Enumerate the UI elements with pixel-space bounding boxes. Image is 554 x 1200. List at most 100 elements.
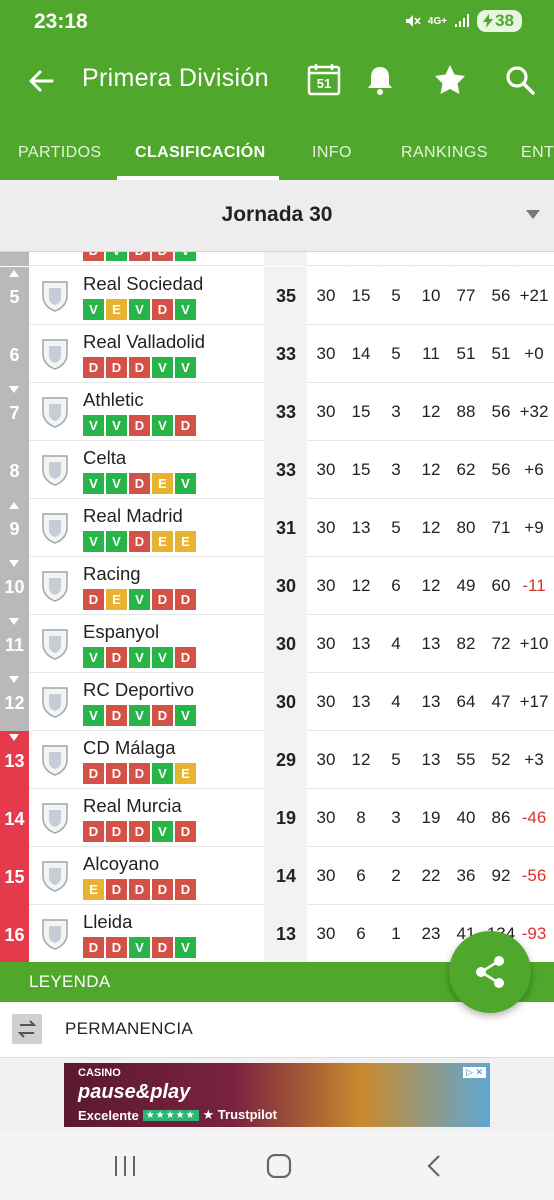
- form-badge: D: [129, 357, 150, 378]
- form-badge: V: [83, 705, 104, 726]
- stat-gf: 40: [456, 808, 476, 827]
- position-number: 11: [4, 635, 25, 655]
- form-badge: V: [83, 531, 104, 552]
- round-selector[interactable]: Jornada 30: [0, 180, 554, 252]
- team-crest-icon: [42, 919, 68, 950]
- team-name[interactable]: Real Madrid: [83, 505, 183, 527]
- team-name[interactable]: Espanyol: [83, 621, 159, 643]
- position-bar: [0, 252, 29, 266]
- form-badges: VDVDV: [83, 705, 196, 726]
- tab-entrenadores[interactable]: ENT: [521, 144, 554, 162]
- table-row[interactable]: 14 Real Murcia D D D V D 19 30 8 3 19 40 86 -46: [0, 789, 554, 847]
- position-bar: 13: [0, 731, 29, 789]
- caret-down-icon[interactable]: [526, 210, 540, 219]
- position-number: 5: [9, 287, 20, 307]
- form-badge: E: [152, 531, 173, 552]
- table-row[interactable]: 5 Real Sociedad V E V D V 35 30 15 5 10 77 56 +21: [0, 267, 554, 325]
- tab-clasificacion[interactable]: CLASIFICACIÓN: [135, 144, 266, 162]
- team-name[interactable]: Alcoyano: [83, 853, 159, 875]
- ad-banner[interactable]: CASINO pause&play Excelente ★★★★★ ★ Trus…: [64, 1063, 490, 1127]
- ad-trustpilot: ★ Trustpilot: [202, 1107, 278, 1122]
- table-row[interactable]: 6 Real Valladolid D D D V V 33 30 14 5 11 51 51 +0: [0, 325, 554, 383]
- trend-up-icon: [9, 502, 19, 509]
- stat-g: 13: [351, 518, 371, 537]
- battery-level: 38: [495, 11, 514, 30]
- stat-e: 5: [391, 286, 401, 305]
- team-crest-icon: [42, 861, 68, 892]
- team-name[interactable]: Lleida: [83, 911, 132, 933]
- stat-e: 6: [391, 576, 401, 595]
- form-badge: D: [106, 357, 127, 378]
- form-badge: V: [106, 473, 127, 494]
- form-badge: D: [175, 415, 196, 436]
- table-row[interactable]: 13 CD Málaga D D D V E 29 30 12 5 13 55 52 +3: [0, 731, 554, 789]
- team-name[interactable]: CD Málaga: [83, 737, 176, 759]
- table-row[interactable]: 9 Real Madrid V V D E E 31 30 13 5 12 80 71 +9: [0, 499, 554, 557]
- form-badges: DDDVV: [83, 357, 196, 378]
- team-crest-icon: [42, 803, 68, 834]
- calendar-day: 51: [316, 76, 332, 91]
- table-row[interactable]: 7 Athletic V V D V D 33 30 15 3 12 88 56 +32: [0, 383, 554, 441]
- tab-rankings[interactable]: RANKINGS: [401, 144, 488, 162]
- stat-g: 15: [351, 460, 371, 479]
- battery-indicator: 38: [477, 10, 522, 32]
- network-type: 4G+: [427, 15, 448, 27]
- form-badge: D: [152, 299, 173, 320]
- team-name[interactable]: Real Valladolid: [83, 331, 205, 353]
- form-badge: V: [106, 252, 127, 261]
- back-icon[interactable]: [422, 1154, 448, 1178]
- back-arrow-icon[interactable]: [26, 66, 56, 96]
- form-badge: V: [175, 252, 196, 261]
- form-badge: V: [175, 299, 196, 320]
- star-icon[interactable]: [432, 62, 468, 98]
- home-icon[interactable]: [266, 1154, 292, 1178]
- stat-pj: 30: [316, 460, 336, 479]
- table-row[interactable]: 10 Racing D E V D D 30 30 12 6 12 49 60 -11: [0, 557, 554, 615]
- form-badge: D: [83, 763, 104, 784]
- stat-p: 12: [421, 402, 441, 421]
- share-button[interactable]: [449, 931, 531, 1013]
- form-badge: E: [83, 879, 104, 900]
- form-badge: D: [152, 589, 173, 610]
- stat-g: 6: [356, 866, 366, 885]
- stat-dif: +9: [524, 518, 544, 537]
- form-badges: VVDEE: [83, 531, 196, 552]
- form-badge: V: [129, 299, 150, 320]
- form-badge: D: [152, 879, 173, 900]
- table-row[interactable]: 8 Celta V V D E V 33 30 15 3 12 62 56 +6: [0, 441, 554, 499]
- search-icon[interactable]: [502, 62, 538, 98]
- stat-pj: 30: [316, 924, 336, 943]
- team-name[interactable]: Real Sociedad: [83, 273, 203, 295]
- form-badge: V: [175, 937, 196, 958]
- team-name[interactable]: RC Deportivo: [83, 679, 194, 701]
- recents-icon[interactable]: [112, 1154, 138, 1178]
- stat-gf: 80: [456, 518, 476, 537]
- position-bar: 15: [0, 847, 29, 905]
- stat-e: 3: [391, 460, 401, 479]
- team-name[interactable]: Real Murcia: [83, 795, 182, 817]
- table-row-partial[interactable]: DVDDV: [0, 252, 554, 266]
- table-row[interactable]: 11 Espanyol V D V V D 30 30 13 4 13 82 72 +10: [0, 615, 554, 673]
- stat-dif: -56: [521, 866, 547, 885]
- form-badge: D: [83, 357, 104, 378]
- tab-partidos[interactable]: PARTIDOS: [18, 144, 102, 162]
- form-badge: V: [152, 357, 173, 378]
- team-crest-icon: [42, 455, 68, 486]
- table-row[interactable]: 12 RC Deportivo V D V D V 30 30 13 4 13 64 47 +17: [0, 673, 554, 731]
- form-badge: D: [106, 647, 127, 668]
- team-name[interactable]: Celta: [83, 447, 126, 469]
- tab-info[interactable]: INFO: [312, 144, 352, 162]
- team-name[interactable]: Athletic: [83, 389, 144, 411]
- form-badge: E: [106, 299, 127, 320]
- stat-pts: 31: [275, 518, 297, 538]
- table-row[interactable]: 15 Alcoyano E D D D D 14 30 6 2 22 36 92 -56: [0, 847, 554, 905]
- position-number: 14: [4, 809, 25, 829]
- team-name[interactable]: Racing: [83, 563, 141, 585]
- stat-e: 4: [391, 692, 401, 711]
- stat-dif: +32: [519, 402, 549, 421]
- ad-choices-icon[interactable]: ▷ ✕: [463, 1067, 486, 1078]
- swap-icon: [12, 1014, 42, 1044]
- bell-icon[interactable]: [362, 62, 398, 98]
- stat-p: 19: [421, 808, 441, 827]
- form-badge: D: [175, 589, 196, 610]
